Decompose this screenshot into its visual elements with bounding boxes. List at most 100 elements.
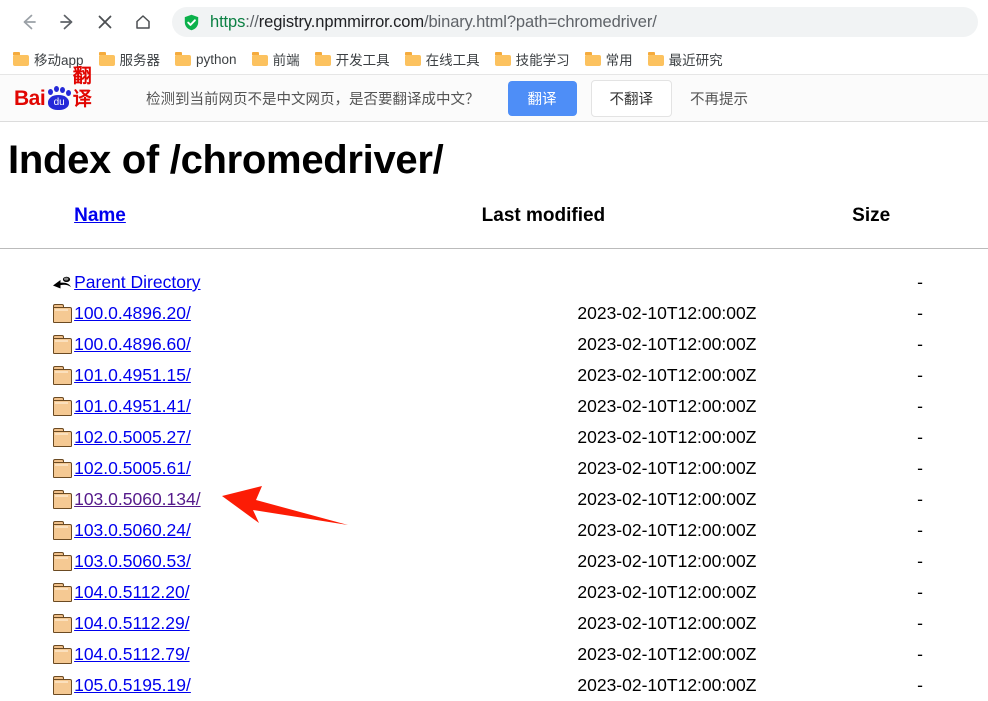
stop-button[interactable] <box>90 7 120 37</box>
table-row[interactable]: 101.0.4951.41/ 2023-02-10T12:00:00Z - <box>0 391 988 422</box>
table-row[interactable]: 102.0.5005.27/ 2023-02-10T12:00:00Z - <box>0 422 988 453</box>
row-name-cell[interactable]: 100.0.4896.20/ <box>74 298 482 329</box>
row-icon-cell <box>0 329 74 360</box>
row-size-cell: - <box>917 644 923 664</box>
directory-link[interactable]: 104.0.5112.79/ <box>74 644 189 664</box>
bookmark-item[interactable]: 在线工具 <box>402 47 483 71</box>
row-name-cell[interactable]: 102.0.5005.27/ <box>74 422 482 453</box>
table-row[interactable]: 104.0.5112.20/ 2023-02-10T12:00:00Z - <box>0 577 988 608</box>
no-translate-button[interactable]: 不翻译 <box>590 79 672 117</box>
directory-link[interactable]: 103.0.5060.53/ <box>74 551 191 571</box>
bookmark-item[interactable]: 技能学习 <box>492 47 573 71</box>
table-row[interactable]: 103.0.5060.24/ 2023-02-10T12:00:00Z - <box>0 515 988 546</box>
folder-icon <box>52 645 74 665</box>
row-icon-cell <box>0 546 74 577</box>
row-icon-cell <box>0 670 74 701</box>
row-icon-cell <box>0 484 74 515</box>
table-row[interactable]: 104.0.5112.79/ 2023-02-10T12:00:00Z - <box>0 639 988 670</box>
bookmark-item[interactable]: 前端 <box>249 47 303 71</box>
table-row[interactable]: 104.0.5112.29/ 2023-02-10T12:00:00Z - <box>0 608 988 639</box>
folder-icon <box>52 614 74 634</box>
column-header-name-link[interactable]: Name <box>74 205 126 226</box>
row-name-cell[interactable]: 104.0.5112.79/ <box>74 639 482 670</box>
row-icon-cell <box>0 422 74 453</box>
directory-link[interactable]: 100.0.4896.20/ <box>74 303 191 323</box>
row-date-cell: 2023-02-10T12:00:00Z <box>577 644 757 664</box>
folder-icon <box>52 521 74 541</box>
row-icon-cell <box>0 360 74 391</box>
directory-link[interactable]: 105.0.5195.19/ <box>74 675 191 695</box>
bookmark-item[interactable]: 最近研究 <box>645 47 726 71</box>
directory-link[interactable]: 104.0.5112.20/ <box>74 582 189 602</box>
directory-link[interactable]: 101.0.4951.41/ <box>74 396 191 416</box>
directory-link[interactable]: 104.0.5112.29/ <box>74 613 189 633</box>
row-name-cell[interactable]: 101.0.4951.15/ <box>74 360 482 391</box>
row-name-cell[interactable]: 104.0.5112.29/ <box>74 608 482 639</box>
row-name-cell[interactable]: 102.0.5005.61/ <box>74 453 482 484</box>
directory-link[interactable]: Parent Directory <box>74 272 200 292</box>
bookmarks-bar: 移动app 服务器 python 前端 开发工具 在线工具 技能学习 常用 最近… <box>0 44 988 74</box>
table-row[interactable]: 100.0.4896.20/ 2023-02-10T12:00:00Z - <box>0 298 988 329</box>
table-row[interactable]: 103.0.5060.134/ 2023-02-10T12:00:00Z - <box>0 484 988 515</box>
row-name-cell[interactable]: 104.0.5112.20/ <box>74 577 482 608</box>
row-name-cell[interactable]: 103.0.5060.134/ <box>74 484 482 515</box>
row-name-cell[interactable]: Parent Directory <box>74 267 482 298</box>
table-row[interactable]: 101.0.4951.15/ 2023-02-10T12:00:00Z - <box>0 360 988 391</box>
directory-link[interactable]: 101.0.4951.15/ <box>74 365 191 385</box>
table-row[interactable]: 103.0.5060.53/ 2023-02-10T12:00:00Z - <box>0 546 988 577</box>
never-translate-button[interactable]: 不再提示 <box>688 81 750 116</box>
folder-icon <box>404 52 421 66</box>
directory-link[interactable]: 100.0.4896.60/ <box>74 334 191 354</box>
row-date-cell: 2023-02-10T12:00:00Z <box>577 334 757 354</box>
folder-icon <box>13 52 29 66</box>
baidu-logo-bai: Bai <box>14 87 46 110</box>
row-size-cell: - <box>917 551 923 571</box>
row-name-cell[interactable]: 103.0.5060.53/ <box>74 546 482 577</box>
row-name-cell[interactable]: 105.0.5195.19/ <box>74 670 482 701</box>
table-row[interactable]: 105.0.5195.19/ 2023-02-10T12:00:00Z - <box>0 670 988 701</box>
row-icon-cell <box>0 453 74 484</box>
row-date-cell: 2023-02-10T12:00:00Z <box>577 675 757 695</box>
column-header-name[interactable]: Name <box>74 205 482 236</box>
row-icon-cell <box>0 577 74 608</box>
row-date-cell: 2023-02-10T12:00:00Z <box>577 613 757 633</box>
baidu-logo-du: du <box>53 97 65 108</box>
row-name-cell[interactable]: 103.0.5060.24/ <box>74 515 482 546</box>
row-size-cell: - <box>917 489 923 509</box>
bookmark-label: 服务器 <box>119 53 161 68</box>
folder-icon <box>98 52 115 66</box>
row-size-cell: - <box>917 272 923 292</box>
table-row[interactable]: 102.0.5005.61/ 2023-02-10T12:00:00Z - <box>0 453 988 484</box>
bookmark-item[interactable]: python <box>172 50 240 69</box>
row-icon-cell <box>0 267 74 298</box>
home-button[interactable] <box>128 7 158 37</box>
forward-button[interactable] <box>52 7 82 37</box>
header-divider-row <box>0 236 988 267</box>
folder-icon <box>52 335 74 355</box>
row-date-cell: 2023-02-10T12:00:00Z <box>577 582 757 602</box>
back-button[interactable] <box>14 7 44 37</box>
bookmark-label: python <box>196 51 237 67</box>
folder-icon <box>52 366 74 386</box>
address-bar-url: https://registry.npmmirror.com/binary.ht… <box>210 13 657 32</box>
bookmark-item[interactable]: 开发工具 <box>312 47 393 71</box>
row-name-cell[interactable]: 101.0.4951.41/ <box>74 391 482 422</box>
row-date-cell: 2023-02-10T12:00:00Z <box>577 551 757 571</box>
folder-icon <box>251 52 268 66</box>
row-date-cell: 2023-02-10T12:00:00Z <box>577 396 757 416</box>
directory-link[interactable]: 103.0.5060.24/ <box>74 520 191 540</box>
directory-link-highlighted[interactable]: 103.0.5060.134/ <box>74 489 201 509</box>
row-icon-cell <box>0 608 74 639</box>
row-size-cell: - <box>917 613 923 633</box>
directory-link[interactable]: 102.0.5005.27/ <box>74 427 191 447</box>
table-row[interactable]: 100.0.4896.60/ 2023-02-10T12:00:00Z - <box>0 329 988 360</box>
translate-button[interactable]: 翻译 <box>507 80 577 116</box>
directory-link[interactable]: 102.0.5005.61/ <box>74 458 191 478</box>
green-shield-check-icon[interactable] <box>182 13 200 31</box>
table-row[interactable]: Parent Directory - <box>0 267 988 298</box>
row-date-cell: 2023-02-10T12:00:00Z <box>577 520 757 540</box>
row-name-cell[interactable]: 100.0.4896.60/ <box>74 329 482 360</box>
address-bar[interactable]: https://registry.npmmirror.com/binary.ht… <box>172 7 978 37</box>
bookmark-item[interactable]: 常用 <box>582 47 636 71</box>
row-date-cell: 2023-02-10T12:00:00Z <box>577 489 757 509</box>
